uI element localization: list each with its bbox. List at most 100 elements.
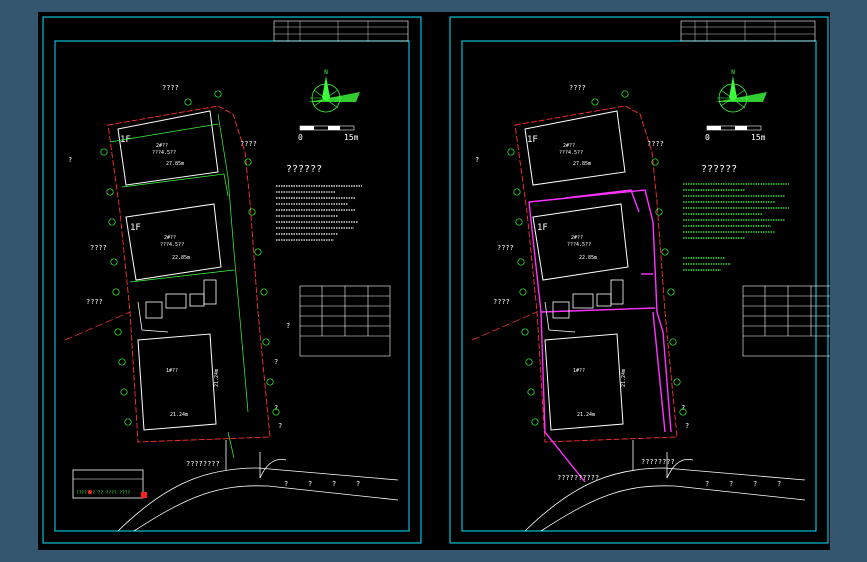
svg-text:???4.5??: ???4.5??: [559, 150, 583, 156]
svg-text:?: ?: [68, 156, 72, 164]
axis-line: [64, 311, 131, 341]
svg-text:21.24m: 21.24m: [577, 412, 595, 418]
sheet-left: N 0 15m ?????? 1F 2#?? ???4.5?? 27.85m 1…: [42, 16, 422, 544]
svg-text:?: ?: [475, 156, 479, 164]
tree-symbol: [591, 98, 599, 106]
north-arrow-icon: N: [715, 69, 767, 113]
svg-text:?: ?: [356, 480, 360, 488]
tree-symbol: [254, 248, 262, 256]
tree-symbol: [108, 218, 116, 226]
svg-text:?: ?: [681, 404, 685, 412]
legend-title: ??????: [701, 164, 737, 175]
north-arrow-icon: N: [308, 69, 360, 113]
building-a: 1F 2#?? ???4.5?? 27.85m: [117, 110, 219, 186]
sheet-border: [449, 16, 829, 544]
svg-text:????: ????: [162, 84, 179, 92]
svg-text:?: ?: [274, 358, 278, 366]
small-structures: [137, 279, 217, 333]
tree-symbol: [106, 188, 114, 196]
svg-text:0: 0: [705, 133, 710, 142]
building-b: 1F 2#?? ???4.5?? 22.85m: [532, 203, 629, 281]
svg-text:1F: 1F: [527, 135, 538, 145]
drawing-canvas[interactable]: N 0 15m ?????? 1F 2#?? ???4.5?? 27.85m 1…: [38, 12, 830, 550]
tree-symbol: [266, 378, 274, 386]
tree-symbol: [114, 328, 122, 336]
svg-text:22.85m: 22.85m: [579, 255, 597, 261]
svg-text:?: ?: [777, 480, 781, 488]
svg-text:???4.5??: ???4.5??: [567, 242, 591, 248]
building-c: 1#?? 21.24m 21.24m: [544, 333, 627, 431]
svg-text:2#??: 2#??: [563, 143, 575, 149]
tree-symbol: [214, 90, 222, 98]
notes-block: [683, 183, 789, 271]
tree-symbol: [100, 148, 108, 156]
svg-text:1#??: 1#??: [166, 368, 178, 374]
svg-text:21.24m: 21.24m: [214, 369, 220, 387]
tree-symbol: [525, 358, 533, 366]
title-block: [680, 20, 816, 42]
svg-text:2#??: 2#??: [164, 235, 176, 241]
svg-text:???4.5??: ???4.5??: [160, 242, 184, 248]
cad-drawing[interactable]: N 0 15m ?????? 1F 2#?? ???4.5?? 27.85m 1…: [38, 12, 830, 550]
svg-text:?: ?: [284, 480, 288, 488]
building-a: 1F 2#?? ???4.5?? 27.85m: [524, 110, 626, 186]
tree-symbol: [112, 288, 120, 296]
notes-block: [276, 185, 362, 241]
svg-text:2#??: 2#??: [571, 235, 583, 241]
svg-text:????: ????: [647, 140, 664, 148]
svg-text:????: ????: [240, 140, 257, 148]
svg-text:????: ????: [569, 84, 586, 92]
svg-text:1F: 1F: [537, 223, 548, 233]
legend-table: [299, 285, 391, 357]
tree-symbol: [248, 208, 256, 216]
svg-text:1F: 1F: [130, 223, 141, 233]
tree-symbol: [521, 328, 529, 336]
svg-text:?: ?: [278, 422, 282, 430]
tree-symbol: [621, 90, 629, 98]
svg-text:N: N: [731, 69, 735, 76]
svg-text:?: ?: [753, 480, 757, 488]
tree-symbol: [527, 388, 535, 396]
tree-symbol: [120, 388, 128, 396]
scale-bar: 0 15m: [298, 125, 359, 142]
svg-text:?: ?: [274, 404, 278, 412]
svg-text:2#??: 2#??: [156, 143, 168, 149]
building-c: 1#?? 21.24m 21.24m: [137, 333, 220, 431]
road-label: ??????????: [557, 474, 599, 482]
scale-bar: 0 15m: [705, 125, 766, 142]
tree-symbol: [667, 288, 675, 296]
tree-symbol: [519, 288, 527, 296]
tree-symbol: [673, 378, 681, 386]
svg-text:22.85m: 22.85m: [172, 255, 190, 261]
svg-text:15m: 15m: [751, 133, 766, 142]
svg-text:?: ?: [332, 480, 336, 488]
svg-text:????: ????: [86, 298, 103, 306]
svg-text:????????: ????????: [641, 458, 675, 466]
axis-line: [471, 311, 538, 341]
sheet-right: N 0 15m ?????? 1F 2#?? ???4.5?? 27.85m 1…: [449, 16, 830, 544]
tree-symbol: [184, 98, 192, 106]
svg-text:1#??: 1#??: [573, 368, 585, 374]
tree-symbol: [531, 418, 539, 426]
svg-text:21.24m: 21.24m: [170, 412, 188, 418]
road: [524, 440, 806, 532]
stamp-box: ??????? ?? ???? ????: [72, 469, 147, 499]
tree-symbol: [124, 418, 132, 426]
svg-text:N: N: [324, 69, 328, 76]
svg-text:27.85m: 27.85m: [166, 161, 184, 167]
svg-text:27.85m: 27.85m: [573, 161, 591, 167]
tree-symbol: [110, 258, 118, 266]
tree-symbol: [517, 258, 525, 266]
tree-symbol: [669, 338, 677, 346]
svg-text:?: ?: [729, 480, 733, 488]
scale-end: 15m: [344, 133, 359, 142]
svg-text:??????? ?? ???? ????: ??????? ?? ???? ????: [76, 490, 130, 496]
tree-symbol: [118, 358, 126, 366]
legend-table: [742, 285, 830, 357]
scale-zero: 0: [298, 133, 303, 142]
svg-text:????: ????: [493, 298, 510, 306]
road-label: ????????: [186, 460, 220, 468]
building-b: 1F 2#?? ???4.5?? 22.85m: [125, 203, 222, 281]
svg-text:?: ?: [308, 480, 312, 488]
tree-symbol: [260, 288, 268, 296]
